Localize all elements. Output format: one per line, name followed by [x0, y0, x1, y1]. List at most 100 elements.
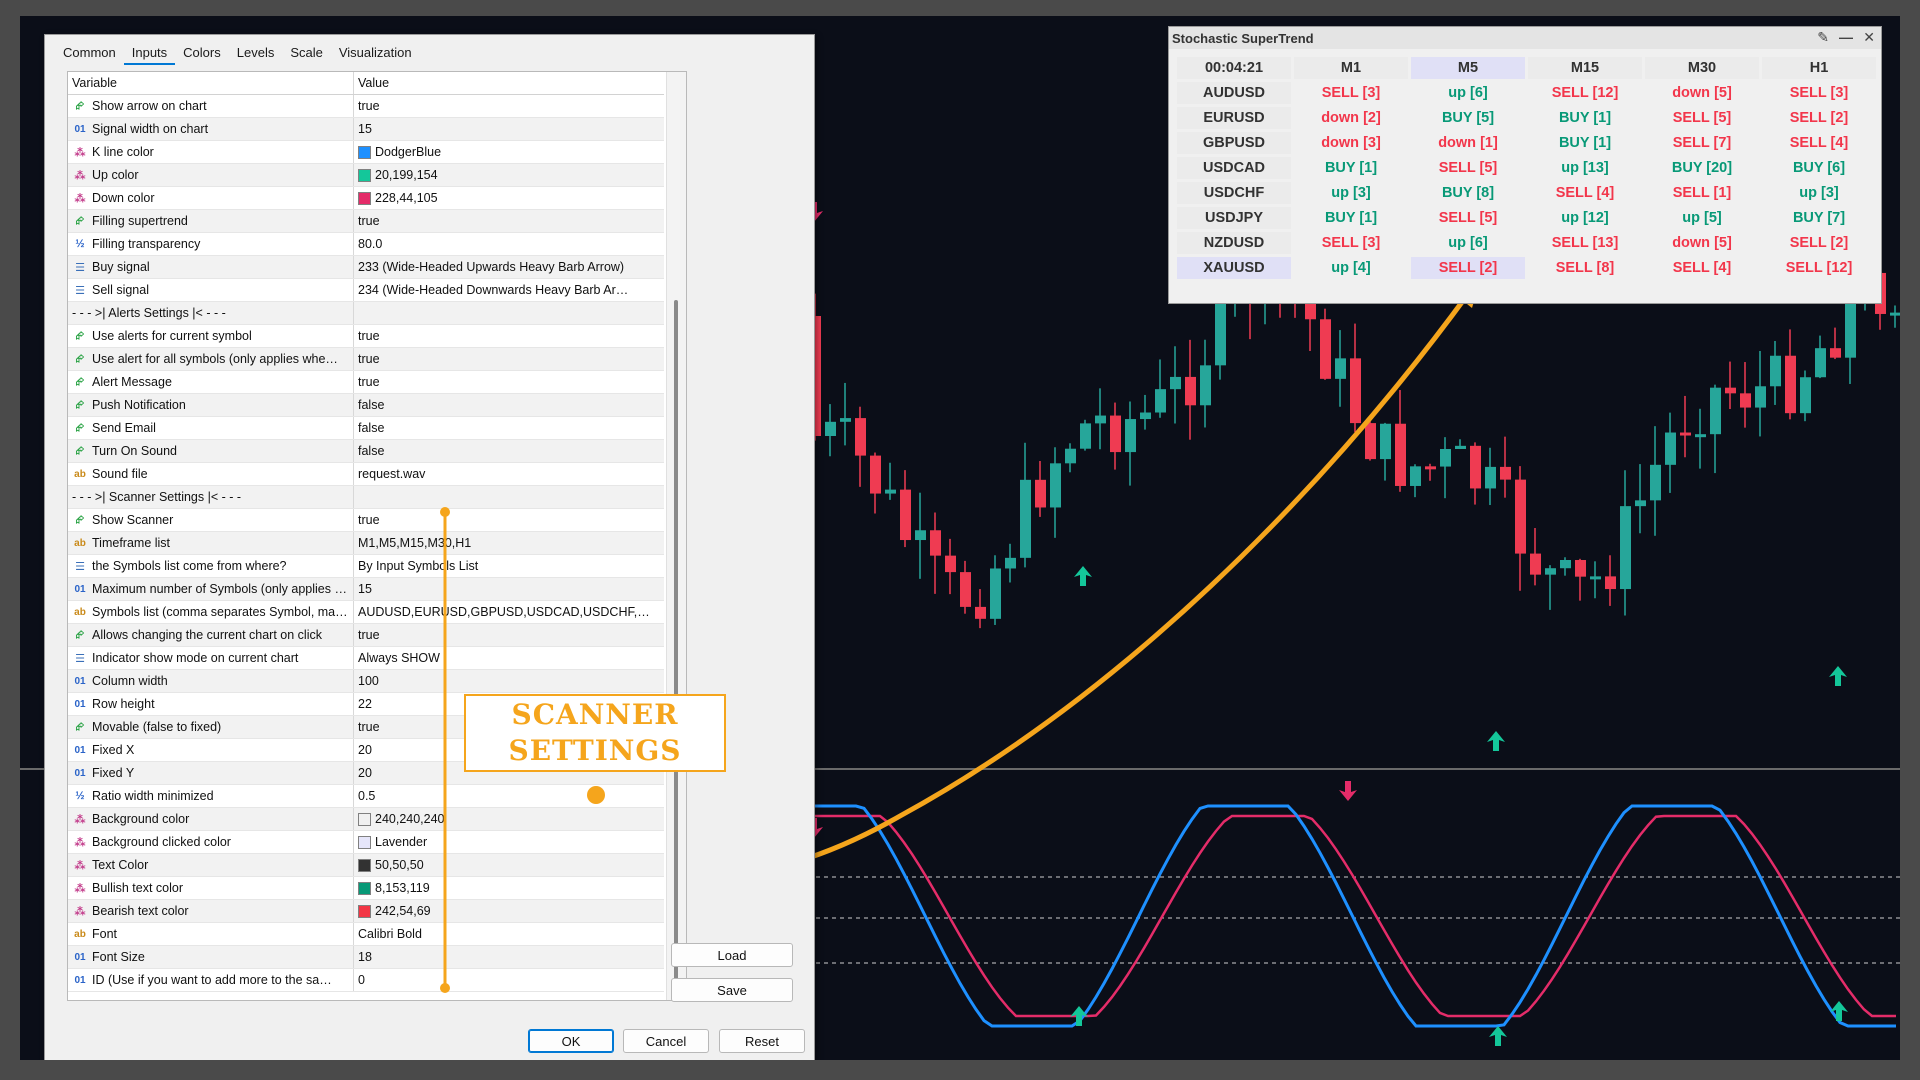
color-swatch[interactable] — [358, 835, 371, 849]
input-row[interactable]: ½ Ratio width minimized 0.5 — [68, 785, 664, 808]
save-button[interactable]: Save — [671, 978, 793, 1002]
signal-cell[interactable]: up [12] — [1528, 207, 1642, 229]
input-value-cell[interactable]: true — [354, 624, 664, 646]
signal-cell[interactable]: BUY [20] — [1645, 157, 1759, 179]
signal-cell[interactable]: up [5] — [1645, 207, 1759, 229]
input-value-cell[interactable]: true — [354, 371, 664, 393]
input-row[interactable]: ab Sound file request.wav — [68, 463, 664, 486]
input-value-cell[interactable]: false — [354, 440, 664, 462]
signal-cell[interactable]: SELL [13] — [1528, 232, 1642, 254]
signal-cell[interactable]: SELL [12] — [1528, 82, 1642, 104]
input-row[interactable]: - - - >| Scanner Settings |< - - - — [68, 486, 664, 509]
input-row[interactable]: ab Timeframe list M1,M5,M15,M30,H1 — [68, 532, 664, 555]
signal-cell[interactable]: SELL [3] — [1294, 232, 1408, 254]
input-value-cell[interactable]: true — [354, 210, 664, 232]
signal-cell[interactable]: SELL [7] — [1645, 132, 1759, 154]
signal-cell[interactable]: up [13] — [1528, 157, 1642, 179]
color-swatch[interactable] — [358, 904, 371, 918]
input-value-cell[interactable]: Always SHOW — [354, 647, 664, 669]
input-value-cell[interactable]: 18 — [354, 946, 664, 968]
input-row[interactable]: ⁂ K line color DodgerBlue — [68, 141, 664, 164]
input-row[interactable]: ⁂ Bullish text color 8,153,119 — [68, 877, 664, 900]
tab-levels[interactable]: Levels — [229, 41, 283, 65]
tab-colors[interactable]: Colors — [175, 41, 229, 65]
signal-cell[interactable]: SELL [1] — [1645, 182, 1759, 204]
signal-cell[interactable]: up [6] — [1411, 232, 1525, 254]
timeframe-header[interactable]: M30 — [1645, 57, 1759, 79]
signal-cell[interactable]: SELL [5] — [1411, 157, 1525, 179]
input-value-cell[interactable]: 228,44,105 — [354, 187, 664, 209]
scrollbar-thumb[interactable] — [674, 300, 678, 990]
signal-cell[interactable]: up [3] — [1294, 182, 1408, 204]
color-swatch[interactable] — [358, 191, 371, 205]
signal-cell[interactable]: SELL [3] — [1762, 82, 1876, 104]
input-row[interactable]: 01 Signal width on chart 15 — [68, 118, 664, 141]
input-row[interactable]: ⁂ Down color 228,44,105 — [68, 187, 664, 210]
color-swatch[interactable] — [358, 168, 371, 182]
input-value-cell[interactable]: By Input Symbols List — [354, 555, 664, 577]
color-swatch[interactable] — [358, 812, 371, 826]
signal-cell[interactable]: SELL [5] — [1411, 207, 1525, 229]
input-value-cell[interactable]: 233 (Wide-Headed Upwards Heavy Barb Arro… — [354, 256, 664, 278]
input-row[interactable]: ☰ the Symbols list come from where? By Inp… — [68, 555, 664, 578]
signal-cell[interactable]: down [2] — [1294, 107, 1408, 129]
signal-cell[interactable]: BUY [5] — [1411, 107, 1525, 129]
input-value-cell[interactable]: 240,240,240 — [354, 808, 664, 830]
column-header-variable[interactable]: Variable — [68, 72, 354, 94]
input-row[interactable]: ⮳ Filling supertrend true — [68, 210, 664, 233]
color-swatch[interactable] — [358, 881, 371, 895]
signal-cell[interactable]: down [3] — [1294, 132, 1408, 154]
symbol-cell[interactable]: USDCAD — [1177, 157, 1291, 179]
input-row[interactable]: ⁂ Bearish text color 242,54,69 — [68, 900, 664, 923]
input-value-cell[interactable]: 0.5 — [354, 785, 664, 807]
tab-visualization[interactable]: Visualization — [331, 41, 420, 65]
symbol-cell[interactable]: AUDUSD — [1177, 82, 1291, 104]
symbol-cell[interactable]: XAUUSD — [1177, 257, 1291, 279]
input-value-cell[interactable]: 8,153,119 — [354, 877, 664, 899]
load-button[interactable]: Load — [671, 943, 793, 967]
close-icon[interactable]: ✕ — [1863, 29, 1875, 46]
signal-cell[interactable]: up [6] — [1411, 82, 1525, 104]
input-row[interactable]: ⮳ Send Email false — [68, 417, 664, 440]
input-row[interactable]: ⁂ Background color 240,240,240 — [68, 808, 664, 831]
input-row[interactable]: ⁂ Background clicked color Lavender — [68, 831, 664, 854]
signal-cell[interactable]: BUY [8] — [1411, 182, 1525, 204]
pin-icon[interactable]: ✎ — [1817, 29, 1829, 46]
input-value-cell[interactable]: 15 — [354, 118, 664, 140]
input-row[interactable]: 01 ID (Use if you want to add more to the… — [68, 969, 664, 992]
input-value-cell[interactable]: 234 (Wide-Headed Downwards Heavy Barb Ar… — [354, 279, 664, 301]
symbol-cell[interactable]: GBPUSD — [1177, 132, 1291, 154]
signal-cell[interactable]: BUY [6] — [1762, 157, 1876, 179]
input-value-cell[interactable]: 242,54,69 — [354, 900, 664, 922]
input-row[interactable]: ⁂ Up color 20,199,154 — [68, 164, 664, 187]
scanner-title-bar[interactable]: Stochastic SuperTrend ✎ — ✕ — [1169, 27, 1881, 49]
input-value-cell[interactable]: true — [354, 348, 664, 370]
input-value-cell[interactable]: request.wav — [354, 463, 664, 485]
tab-inputs[interactable]: Inputs — [123, 41, 176, 65]
scanner-panel[interactable]: Stochastic SuperTrend ✎ — ✕ 00:04:21 M1 M5… — [1168, 26, 1882, 304]
symbol-cell[interactable]: NZDUSD — [1177, 232, 1291, 254]
signal-cell[interactable]: down [1] — [1411, 132, 1525, 154]
input-value-cell[interactable]: 80.0 — [354, 233, 664, 255]
tab-scale[interactable]: Scale — [282, 41, 331, 65]
signal-cell[interactable]: SELL [4] — [1762, 132, 1876, 154]
signal-cell[interactable]: SELL [2] — [1762, 232, 1876, 254]
input-value-cell[interactable]: Calibri Bold — [354, 923, 664, 945]
signal-cell[interactable]: down [5] — [1645, 82, 1759, 104]
signal-cell[interactable]: SELL [4] — [1528, 182, 1642, 204]
signal-cell[interactable]: BUY [1] — [1294, 157, 1408, 179]
input-row[interactable]: 01 Column width 100 — [68, 670, 664, 693]
signal-cell[interactable]: up [3] — [1762, 182, 1876, 204]
input-value-cell[interactable]: 0 — [354, 969, 664, 991]
input-value-cell[interactable]: AUDUSD,EURUSD,GBPUSD,USDCAD,USDCHF,… — [354, 601, 664, 623]
timeframe-header[interactable]: M5 — [1411, 57, 1525, 79]
timeframe-header[interactable]: M15 — [1528, 57, 1642, 79]
input-row[interactable]: ☰ Sell signal 234 (Wide-Headed Downwards H… — [68, 279, 664, 302]
input-value-cell[interactable]: false — [354, 394, 664, 416]
signal-cell[interactable]: SELL [2] — [1411, 257, 1525, 279]
symbol-cell[interactable]: USDJPY — [1177, 207, 1291, 229]
signal-cell[interactable]: SELL [5] — [1645, 107, 1759, 129]
signal-cell[interactable]: BUY [7] — [1762, 207, 1876, 229]
color-swatch[interactable] — [358, 145, 371, 159]
signal-cell[interactable]: BUY [1] — [1528, 107, 1642, 129]
